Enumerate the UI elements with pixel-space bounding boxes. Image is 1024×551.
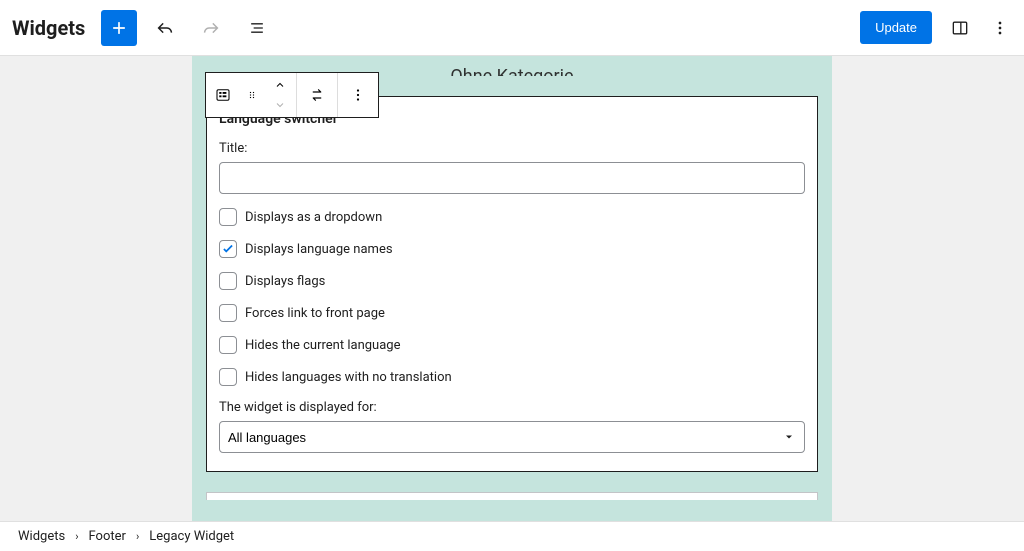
option-label: Displays flags bbox=[245, 274, 325, 289]
settings-panel-toggle[interactable] bbox=[942, 10, 978, 46]
checkbox-front[interactable] bbox=[219, 304, 237, 322]
option-hidenotr: Hides languages with no translation bbox=[219, 368, 805, 386]
more-icon bbox=[349, 86, 367, 104]
update-button[interactable]: Update bbox=[860, 11, 932, 44]
widget-area: Ohne Kategorie bbox=[192, 56, 832, 521]
option-names: Displays language names bbox=[219, 240, 805, 258]
redo-icon bbox=[200, 17, 222, 39]
block-type-icon bbox=[214, 86, 232, 104]
chevron-right-icon: › bbox=[75, 530, 78, 543]
drag-icon bbox=[246, 86, 258, 104]
legacy-widget-body: Language switcher Title: Displays as a d… bbox=[206, 96, 818, 472]
option-front: Forces link to front page bbox=[219, 304, 805, 322]
option-label: Hides the current language bbox=[245, 338, 400, 353]
check-icon bbox=[221, 242, 235, 256]
transform-button[interactable] bbox=[297, 73, 337, 117]
breadcrumb-item[interactable]: Legacy Widget bbox=[149, 529, 234, 544]
drag-handle[interactable] bbox=[240, 73, 264, 117]
header-more-button[interactable] bbox=[988, 18, 1012, 38]
editor-header: Widgets Update bbox=[0, 0, 1024, 56]
plus-icon bbox=[109, 18, 129, 38]
checkbox-hidenotr[interactable] bbox=[219, 368, 237, 386]
block-toolbar bbox=[205, 72, 379, 118]
option-hidecurr: Hides the current language bbox=[219, 336, 805, 354]
option-label: Displays as a dropdown bbox=[245, 210, 382, 225]
list-view-button[interactable] bbox=[239, 10, 275, 46]
breadcrumb-item[interactable]: Widgets bbox=[18, 529, 65, 544]
option-dropdown: Displays as a dropdown bbox=[219, 208, 805, 226]
move-up-button[interactable] bbox=[268, 75, 292, 95]
block-type-button[interactable] bbox=[206, 73, 240, 117]
add-block-button[interactable] bbox=[101, 10, 137, 46]
chevron-down-icon bbox=[274, 96, 286, 114]
redo-button[interactable] bbox=[193, 10, 229, 46]
checkbox-hidecurr[interactable] bbox=[219, 336, 237, 354]
display-for-select[interactable]: All languages bbox=[219, 421, 805, 453]
transform-icon bbox=[308, 86, 326, 104]
selected-block[interactable]: Language switcher Title: Displays as a d… bbox=[206, 96, 818, 472]
list-view-icon bbox=[247, 18, 267, 38]
editor-canvas[interactable]: Ohne Kategorie bbox=[0, 56, 1024, 521]
checkbox-dropdown[interactable] bbox=[219, 208, 237, 226]
settings-panel-icon bbox=[950, 18, 970, 38]
chevron-right-icon: › bbox=[136, 530, 139, 543]
block-more-button[interactable] bbox=[338, 73, 378, 117]
undo-button[interactable] bbox=[147, 10, 183, 46]
option-label: Forces link to front page bbox=[245, 306, 385, 321]
option-flags: Displays flags bbox=[219, 272, 805, 290]
next-block-peek bbox=[206, 492, 818, 500]
breadcrumb-item[interactable]: Footer bbox=[89, 529, 126, 544]
title-input[interactable] bbox=[219, 162, 805, 194]
option-label: Hides languages with no translation bbox=[245, 370, 452, 385]
move-down-button[interactable] bbox=[268, 95, 292, 115]
breadcrumb: Widgets › Footer › Legacy Widget bbox=[0, 521, 1024, 551]
chevron-up-icon bbox=[274, 76, 286, 94]
undo-icon bbox=[154, 17, 176, 39]
display-for-label: The widget is displayed for: bbox=[219, 400, 805, 415]
checkbox-flags[interactable] bbox=[219, 272, 237, 290]
option-label: Displays language names bbox=[245, 242, 393, 257]
checkbox-names[interactable] bbox=[219, 240, 237, 258]
more-icon bbox=[990, 18, 1010, 38]
page-title: Widgets bbox=[12, 16, 85, 40]
title-label: Title: bbox=[219, 141, 805, 156]
